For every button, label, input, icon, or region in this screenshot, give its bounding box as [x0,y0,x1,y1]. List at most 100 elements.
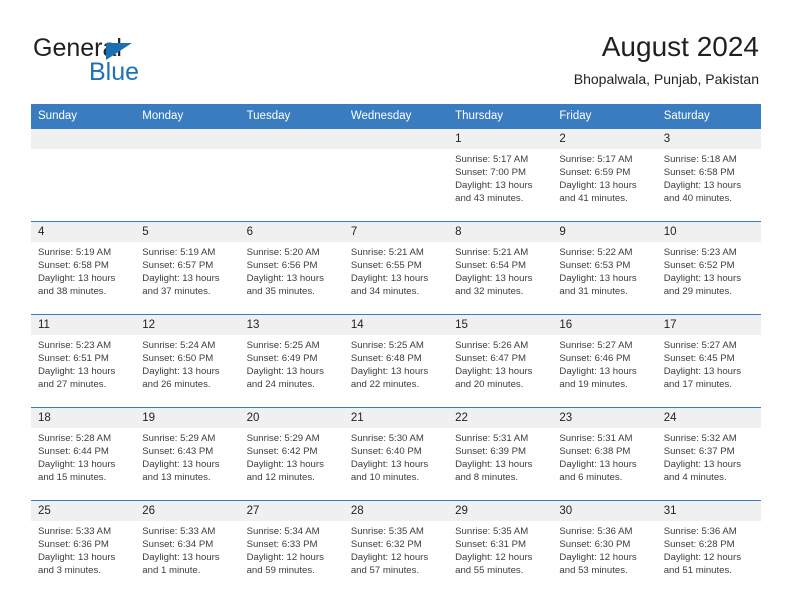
daylight-text-cont: and 37 minutes. [142,286,211,298]
sunset-text: Sunset: 6:47 PM [455,353,527,365]
day-info: Sunrise: 5:17 AM Sunset: 6:59 PM Dayligh… [552,149,657,221]
daylight-text-cont: and 35 minutes. [246,286,315,298]
day-number[interactable]: 2 [552,129,657,149]
week-1-info-row: Sunrise: 5:17 AM Sunset: 7:00 PM Dayligh… [31,149,761,221]
daylight-text-cont: and 41 minutes. [559,193,628,205]
daylight-text: Daylight: 13 hours [455,366,533,378]
daylight-text: Daylight: 13 hours [663,180,742,192]
day-number[interactable]: 20 [239,408,344,428]
sunrise-text: Sunrise: 5:29 AM [142,433,216,444]
day-number[interactable]: 4 [31,222,136,242]
brand-name-blue: Blue [89,58,140,86]
day-number[interactable]: 21 [343,408,449,428]
daylight-text-cont: and 27 minutes. [38,379,107,391]
daylight-text-cont: and 34 minutes. [350,286,420,298]
day-number[interactable]: 23 [552,408,657,428]
day-info-empty [31,149,136,221]
day-number[interactable]: 7 [343,222,449,242]
day-number[interactable]: 16 [552,315,657,335]
day-number[interactable]: 29 [448,501,553,521]
day-info-empty [135,149,240,221]
daylight-text-cont: and 51 minutes. [663,565,732,577]
week-1-daynum-row: 1 2 3 [31,129,761,149]
weekday-header-wednesday: Wednesday [343,104,449,129]
day-number[interactable]: 31 [656,501,761,521]
daylight-text: Daylight: 13 hours [38,459,116,471]
day-info: Sunrise: 5:20 AM Sunset: 6:56 PM Dayligh… [239,242,344,314]
day-info: Sunrise: 5:34 AM Sunset: 6:33 PM Dayligh… [239,521,344,593]
sunset-text: Sunset: 6:46 PM [559,353,631,365]
day-number[interactable]: 30 [552,501,657,521]
day-info: Sunrise: 5:28 AM Sunset: 6:44 PM Dayligh… [31,428,136,500]
day-number[interactable]: 13 [239,315,344,335]
daylight-text: Daylight: 13 hours [246,366,324,378]
daylight-text: Daylight: 12 hours [455,552,533,564]
daylight-text: Daylight: 13 hours [663,273,742,285]
daylight-text: Daylight: 13 hours [559,459,637,471]
sunrise-text: Sunrise: 5:19 AM [142,247,216,258]
week-3-info-row: Sunrise: 5:23 AM Sunset: 6:51 PM Dayligh… [31,335,761,407]
day-cell-empty [239,129,344,149]
day-info: Sunrise: 5:26 AM Sunset: 6:47 PM Dayligh… [448,335,553,407]
sunrise-text: Sunrise: 5:35 AM [455,526,529,537]
daylight-text: Daylight: 13 hours [350,366,429,378]
day-number[interactable]: 1 [448,129,553,149]
day-number[interactable]: 24 [656,408,761,428]
day-info: Sunrise: 5:21 AM Sunset: 6:55 PM Dayligh… [343,242,449,314]
daylight-text-cont: and 12 minutes. [246,472,315,484]
day-number[interactable]: 3 [656,129,761,149]
sunset-text: Sunset: 6:58 PM [663,167,735,179]
day-info: Sunrise: 5:27 AM Sunset: 6:46 PM Dayligh… [552,335,657,407]
day-info: Sunrise: 5:29 AM Sunset: 6:42 PM Dayligh… [239,428,344,500]
day-number[interactable]: 5 [135,222,240,242]
day-info-empty [343,149,449,221]
daylight-text-cont: and 43 minutes. [455,193,524,205]
daylight-text: Daylight: 13 hours [246,273,324,285]
day-number[interactable]: 11 [31,315,136,335]
sunrise-text: Sunrise: 5:27 AM [663,340,737,351]
day-number[interactable]: 8 [448,222,553,242]
daylight-text: Daylight: 13 hours [142,273,220,285]
sunrise-text: Sunrise: 5:30 AM [350,433,424,444]
sunrise-text: Sunrise: 5:17 AM [559,154,633,165]
day-number[interactable]: 14 [343,315,449,335]
day-number[interactable]: 19 [135,408,240,428]
day-number[interactable]: 18 [31,408,136,428]
sunset-text: Sunset: 6:53 PM [559,260,631,272]
day-info: Sunrise: 5:22 AM Sunset: 6:53 PM Dayligh… [552,242,657,314]
day-info: Sunrise: 5:25 AM Sunset: 6:48 PM Dayligh… [343,335,449,407]
daylight-text-cont: and 6 minutes. [559,472,623,484]
day-number[interactable]: 27 [239,501,344,521]
sunrise-text: Sunrise: 5:27 AM [559,340,633,351]
daylight-text: Daylight: 13 hours [142,552,220,564]
day-number[interactable]: 9 [552,222,657,242]
daylight-text: Daylight: 12 hours [559,552,637,564]
sunset-text: Sunset: 6:31 PM [455,539,527,551]
day-info: Sunrise: 5:35 AM Sunset: 6:31 PM Dayligh… [448,521,553,593]
sunset-text: Sunset: 6:42 PM [246,446,318,458]
daylight-text: Daylight: 12 hours [350,552,429,564]
weekday-header-friday: Friday [552,104,657,129]
day-number[interactable]: 12 [135,315,240,335]
week-2-daynum-row: 4 5 6 7 8 9 10 [31,222,761,242]
day-number[interactable]: 25 [31,501,136,521]
daylight-text-cont: and 22 minutes. [350,379,420,391]
sunset-text: Sunset: 6:43 PM [142,446,214,458]
day-number[interactable]: 22 [448,408,553,428]
day-cell-empty [31,129,136,149]
day-number[interactable]: 6 [239,222,344,242]
title-block: August 2024 Bhopalwala, Punjab, Pakistan [574,30,759,88]
day-number[interactable]: 15 [448,315,553,335]
day-number[interactable]: 26 [135,501,240,521]
sunrise-text: Sunrise: 5:23 AM [663,247,737,258]
sunrise-text: Sunrise: 5:33 AM [38,526,112,537]
sunset-text: Sunset: 6:34 PM [142,539,214,551]
day-number[interactable]: 10 [656,222,761,242]
day-number[interactable]: 28 [343,501,449,521]
sunrise-text: Sunrise: 5:26 AM [455,340,529,351]
brand-logo[interactable]: General Blue [33,34,253,90]
daylight-text: Daylight: 13 hours [455,180,533,192]
daylight-text-cont: and 3 minutes. [38,565,101,577]
daylight-text-cont: and 13 minutes. [142,472,211,484]
day-number[interactable]: 17 [656,315,761,335]
